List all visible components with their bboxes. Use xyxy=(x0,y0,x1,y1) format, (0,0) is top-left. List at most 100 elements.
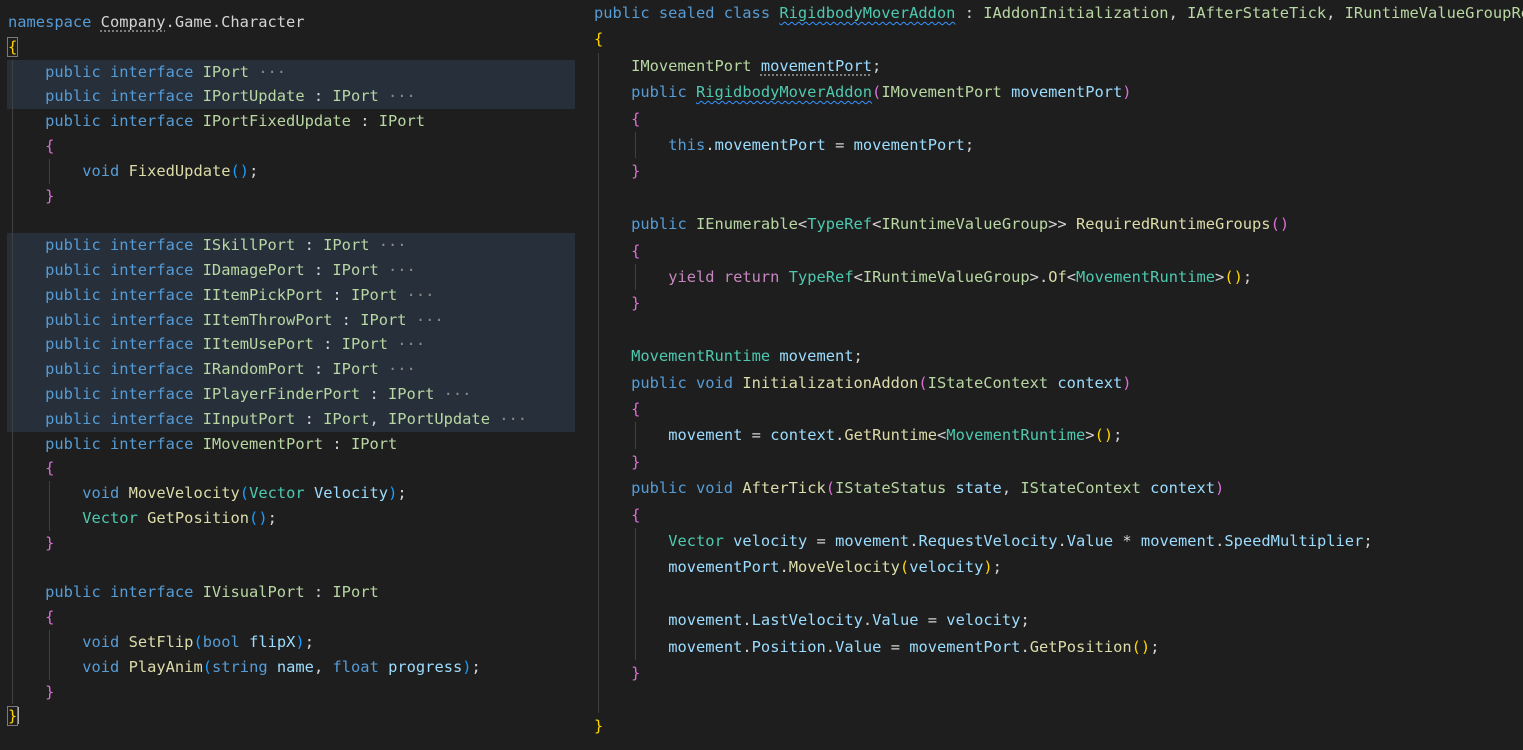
code-line[interactable]: public void InitializationAddon(IStateCo… xyxy=(590,370,1523,396)
code-line[interactable]: } xyxy=(0,184,590,209)
code-text: { xyxy=(631,238,640,264)
code-line[interactable] xyxy=(590,317,1523,343)
right-editor-pane[interactable]: public sealed class RigidbodyMoverAddon … xyxy=(590,0,1523,750)
code-token: { xyxy=(631,505,641,524)
code-line[interactable]: movementPort.MoveVelocity(velocity); xyxy=(590,554,1523,580)
code-token: . xyxy=(825,637,836,656)
code-token: * xyxy=(1113,532,1141,550)
code-line[interactable] xyxy=(590,185,1523,211)
code-line[interactable]: movement.Position.Value = movementPort.G… xyxy=(590,634,1523,660)
code-line[interactable]: } xyxy=(590,449,1523,475)
code-line[interactable]: public sealed class RigidbodyMoverAddon … xyxy=(590,0,1523,26)
fold-ellipsis-icon[interactable]: ··· xyxy=(379,360,416,378)
code-line[interactable]: { xyxy=(590,502,1523,528)
code-line[interactable]: } xyxy=(590,158,1523,184)
code-line[interactable]: void MoveVelocity(Vector Velocity); xyxy=(0,481,590,506)
code-token: movementPort xyxy=(760,56,873,75)
code-token: public xyxy=(45,409,110,428)
code-line[interactable]: { xyxy=(590,106,1523,132)
fold-ellipsis-icon[interactable]: ··· xyxy=(249,63,286,81)
code-line[interactable]: public IEnumerable<TypeRef<IRuntimeValue… xyxy=(590,211,1523,237)
code-line[interactable]: IMovementPort movementPort; xyxy=(590,53,1523,79)
code-line[interactable]: } xyxy=(590,290,1523,316)
code-line[interactable]: void FixedUpdate(); xyxy=(0,159,590,184)
code-line[interactable]: } xyxy=(0,531,590,556)
code-token: public xyxy=(45,583,110,602)
indent-guide xyxy=(635,528,637,660)
code-line[interactable]: public interface ISkillPort : IPort ··· xyxy=(0,233,590,258)
code-line[interactable]: public void AfterTick(IStateStatus state… xyxy=(590,475,1523,501)
code-line[interactable]: { xyxy=(0,134,590,159)
code-line[interactable] xyxy=(0,208,590,233)
code-line[interactable]: public interface IPlayerFinderPort : IPo… xyxy=(0,382,590,407)
fold-ellipsis-icon[interactable]: ··· xyxy=(369,236,407,254)
code-line[interactable] xyxy=(590,686,1523,712)
code-token: Value xyxy=(872,611,919,630)
fold-ellipsis-icon[interactable]: ··· xyxy=(379,87,416,105)
code-text: public interface IMovementPort : IPort xyxy=(45,432,397,457)
code-line[interactable]: public interface IMovementPort : IPort xyxy=(0,432,590,457)
code-line[interactable]: public interface IVisualPort : IPort xyxy=(0,580,590,605)
code-token: interface xyxy=(109,434,203,453)
code-token: , xyxy=(1326,4,1345,22)
code-line[interactable] xyxy=(590,581,1523,607)
code-line[interactable]: { xyxy=(590,238,1523,264)
code-line[interactable]: movement = context.GetRuntime<MovementRu… xyxy=(590,422,1523,448)
code-line[interactable] xyxy=(0,556,590,581)
code-line[interactable]: } xyxy=(590,713,1523,739)
code-line[interactable]: movement.LastVelocity.Value = velocity; xyxy=(590,607,1523,633)
code-line[interactable]: void PlayAnim(string name, float progres… xyxy=(0,655,590,680)
code-token: interface xyxy=(109,236,203,255)
code-token: public xyxy=(45,360,110,379)
fold-ellipsis-icon[interactable]: ··· xyxy=(397,286,435,304)
code-line[interactable]: Vector GetPosition(); xyxy=(0,506,590,531)
code-token: = xyxy=(918,611,947,630)
code-line[interactable]: public interface IInputPort : IPort, IPo… xyxy=(0,406,590,432)
code-line[interactable]: public interface IItemPickPort : IPort ·… xyxy=(0,282,590,308)
left-editor-pane[interactable]: namespace Company.Game.Character{public … xyxy=(0,0,590,750)
code-token: GetPosition xyxy=(1029,637,1132,656)
code-line[interactable]: { xyxy=(0,456,590,481)
code-token: . xyxy=(1215,532,1225,550)
code-token: , xyxy=(1168,4,1188,22)
code-line[interactable]: void SetFlip(bool flipX); xyxy=(0,630,590,655)
code-token: public xyxy=(45,236,110,255)
code-line[interactable]: namespace Company.Game.Character xyxy=(0,10,590,35)
code-text: public interface IInputPort : IPort, IPo… xyxy=(45,407,527,432)
code-line[interactable]: this.movementPort = movementPort; xyxy=(590,132,1523,158)
code-token: { xyxy=(631,241,641,260)
code-line[interactable]: public interface IItemUsePort : IPort ··… xyxy=(0,332,590,357)
code-token: IPortFixedUpdate xyxy=(202,112,351,131)
code-line[interactable]: public RigidbodyMoverAddon(IMovementPort… xyxy=(590,79,1523,105)
code-token: { xyxy=(45,608,55,627)
code-line[interactable]: { xyxy=(0,35,590,60)
fold-ellipsis-icon[interactable]: ··· xyxy=(388,335,425,353)
code-token: : xyxy=(323,285,351,304)
code-token: MovementRuntime xyxy=(631,347,780,366)
fold-ellipsis-icon[interactable]: ··· xyxy=(379,261,416,279)
fold-ellipsis-icon[interactable]: ··· xyxy=(407,311,444,329)
code-line[interactable]: } xyxy=(590,660,1523,686)
code-line[interactable]: public interface IRandomPort : IPort ··· xyxy=(0,357,590,382)
code-line[interactable]: } xyxy=(0,704,590,729)
code-line[interactable]: public interface IPortFixedUpdate : IPor… xyxy=(0,109,590,134)
code-token: RigidbodyMoverAddon xyxy=(779,4,956,22)
code-text: { xyxy=(594,26,603,52)
fold-ellipsis-icon[interactable]: ··· xyxy=(434,385,472,403)
fold-ellipsis-icon[interactable]: ··· xyxy=(490,410,527,428)
code-line[interactable]: public interface IDamagePort : IPort ··· xyxy=(0,258,590,283)
code-text: void FixedUpdate(); xyxy=(82,159,258,184)
code-line[interactable]: } xyxy=(0,680,590,705)
code-line[interactable]: Vector velocity = movement.RequestVeloci… xyxy=(590,528,1523,554)
code-line[interactable]: MovementRuntime movement; xyxy=(590,343,1523,369)
code-line[interactable]: public interface IItemThrowPort : IPort … xyxy=(0,307,590,333)
code-line[interactable]: yield return TypeRef<IRuntimeValueGroup>… xyxy=(590,264,1523,290)
code-token: ( xyxy=(872,83,882,102)
code-line[interactable]: public interface IPortUpdate : IPort ··· xyxy=(0,84,590,109)
code-token: = xyxy=(807,532,836,550)
code-line[interactable]: { xyxy=(590,396,1523,422)
code-line[interactable]: { xyxy=(590,26,1523,52)
code-line[interactable]: public interface IPort ··· xyxy=(0,59,590,85)
code-line[interactable]: { xyxy=(0,605,590,630)
code-token: IPort xyxy=(350,285,398,304)
